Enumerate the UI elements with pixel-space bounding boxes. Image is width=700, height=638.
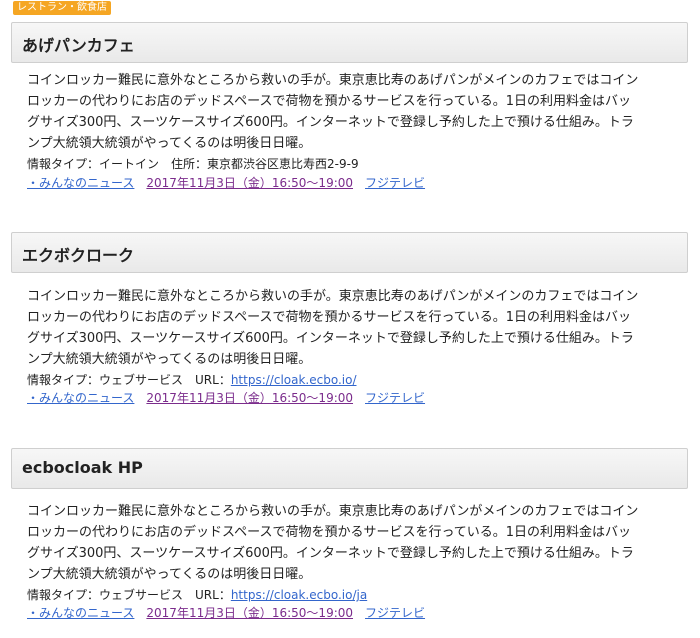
- description-line: グサイズ300円、スーツケースサイズ600円。インターネットで登録し予約した上で…: [27, 331, 634, 346]
- page: レストラン・飲食店 あげパンカフェ コインロッカー難民に意外なところから救いの手…: [0, 0, 700, 638]
- datetime-link[interactable]: 2017年11月3日（金）16:50〜19:00: [146, 391, 353, 405]
- program-link[interactable]: ・みんなのニュース: [27, 606, 134, 620]
- description-line: グサイズ300円、スーツケースサイズ600円。インターネットで登録し予約した上で…: [27, 546, 634, 561]
- description-line: コインロッカー難民に意外なところから救いの手が。東京恵比寿のあげパンがメインのカ…: [27, 73, 639, 88]
- description-line: ンプ大統領大統領がやってくるのは明後日日曜。: [27, 352, 312, 367]
- description-line: ロッカーの代わりにお店のデッドスペースで荷物を預かるサービスを行っている。1日の…: [27, 94, 632, 109]
- program-link[interactable]: ・みんなのニュース: [27, 391, 134, 405]
- entry-links: ・みんなのニュース 2017年11月3日（金）16:50〜19:00 フジテレビ: [27, 389, 425, 406]
- entry-title: あげパンカフェ: [22, 36, 135, 55]
- entry-description: コインロッカー難民に意外なところから救いの手が。東京恵比寿のあげパンがメインのカ…: [27, 70, 687, 154]
- description-line: コインロッカー難民に意外なところから救いの手が。東京恵比寿のあげパンがメインのカ…: [27, 504, 639, 519]
- info-type: 情報タイプ：イートイン: [27, 157, 160, 171]
- datetime-link[interactable]: 2017年11月3日（金）16:50〜19:00: [146, 176, 353, 190]
- address-label: 住所：東京都渋谷区恵比寿西2-9-9: [171, 157, 359, 171]
- entry-meta: 情報タイプ：イートイン 住所：東京都渋谷区恵比寿西2-9-9: [27, 155, 359, 172]
- entry-description: コインロッカー難民に意外なところから救いの手が。東京恵比寿のあげパンがメインのカ…: [27, 501, 687, 585]
- info-type: 情報タイプ：ウェブサービス: [27, 588, 184, 602]
- channel-link[interactable]: フジテレビ: [365, 606, 425, 620]
- url-label: URL：: [195, 373, 231, 387]
- datetime-link[interactable]: 2017年11月3日（金）16:50〜19:00: [146, 606, 353, 620]
- description-line: ロッカーの代わりにお店のデッドスペースで荷物を預かるサービスを行っている。1日の…: [27, 310, 632, 325]
- entry-meta: 情報タイプ：ウェブサービス URL：https://cloak.ecbo.io/: [27, 371, 357, 388]
- url-link[interactable]: https://cloak.ecbo.io/: [231, 373, 357, 387]
- entry-title: ecbocloak HP: [22, 458, 143, 477]
- description-line: グサイズ300円、スーツケースサイズ600円。インターネットで登録し予約した上で…: [27, 115, 634, 130]
- entry-header: エクボクローク: [11, 232, 688, 273]
- channel-link[interactable]: フジテレビ: [365, 391, 425, 405]
- channel-link[interactable]: フジテレビ: [365, 176, 425, 190]
- info-type: 情報タイプ：ウェブサービス: [27, 373, 184, 387]
- description-line: ロッカーの代わりにお店のデッドスペースで荷物を預かるサービスを行っている。1日の…: [27, 525, 632, 540]
- program-link[interactable]: ・みんなのニュース: [27, 176, 134, 190]
- description-line: ンプ大統領大統領がやってくるのは明後日日曜。: [27, 567, 312, 582]
- entry-header: あげパンカフェ: [11, 22, 688, 63]
- entry-title: エクボクローク: [22, 246, 135, 265]
- entry-links: ・みんなのニュース 2017年11月3日（金）16:50〜19:00 フジテレビ: [27, 174, 425, 191]
- description-line: ンプ大統領大統領がやってくるのは明後日日曜。: [27, 136, 312, 151]
- entry-meta: 情報タイプ：ウェブサービス URL：https://cloak.ecbo.io/j…: [27, 586, 367, 603]
- entry-header: ecbocloak HP: [11, 448, 688, 489]
- category-tag: レストラン・飲食店: [13, 1, 111, 15]
- entry-description: コインロッカー難民に意外なところから救いの手が。東京恵比寿のあげパンがメインのカ…: [27, 286, 687, 370]
- url-label: URL：: [195, 588, 231, 602]
- description-line: コインロッカー難民に意外なところから救いの手が。東京恵比寿のあげパンがメインのカ…: [27, 289, 639, 304]
- url-link[interactable]: https://cloak.ecbo.io/ja: [231, 588, 367, 602]
- entry-links: ・みんなのニュース 2017年11月3日（金）16:50〜19:00 フジテレビ: [27, 604, 425, 621]
